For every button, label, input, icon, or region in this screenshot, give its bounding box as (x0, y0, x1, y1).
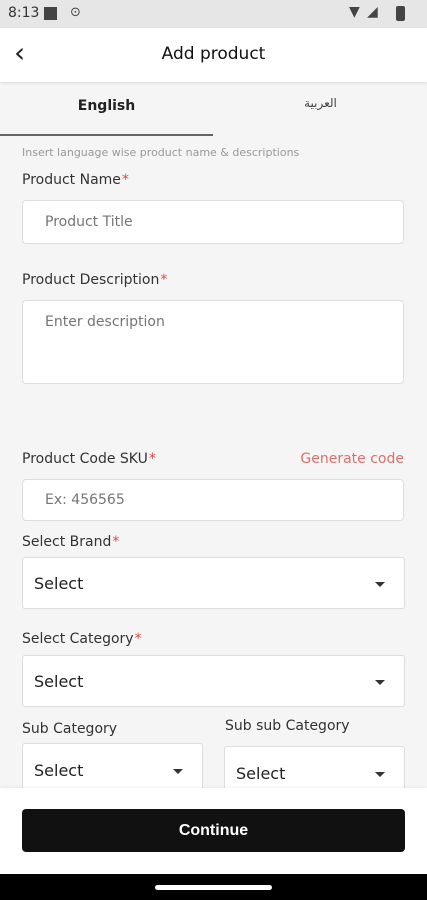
sku-input[interactable] (22, 479, 404, 521)
product-name-label: Product Name* (22, 172, 129, 188)
system-nav-bar (0, 874, 427, 900)
generate-code-link[interactable]: Generate code (300, 451, 404, 467)
sub-sub-category-label: Sub sub Category (225, 718, 350, 734)
continue-button[interactable]: Continue (22, 809, 405, 852)
brand-select[interactable]: Select (22, 557, 405, 609)
chevron-down-icon (173, 769, 183, 774)
chevron-down-icon (375, 680, 385, 685)
home-indicator[interactable] (155, 885, 272, 890)
required-mark: * (148, 451, 156, 467)
bottom-action-bar: Continue (0, 788, 427, 874)
required-mark: * (112, 534, 120, 550)
required-mark: * (121, 172, 129, 188)
sku-label-text: Product Code SKU (22, 451, 148, 467)
chevron-down-icon (375, 582, 385, 587)
sub-category-label: Sub Category (22, 721, 118, 737)
wifi-icon: ▼ (349, 4, 360, 20)
required-mark: * (160, 272, 168, 288)
category-select-value: Select (34, 672, 84, 691)
product-description-label-text: Product Description (22, 272, 160, 288)
brand-label-text: Select Brand (22, 534, 112, 550)
square-icon (44, 7, 57, 20)
product-description-label: Product Description* (22, 272, 167, 288)
brand-label: Select Brand* (22, 534, 119, 550)
location-icon: ⊙ (70, 5, 81, 20)
language-hint: Insert language wise product name & desc… (22, 146, 300, 159)
product-name-label-text: Product Name (22, 172, 121, 188)
category-label: Select Category* (22, 631, 142, 647)
brand-select-value: Select (34, 574, 84, 593)
signal-icon: ◢ (367, 4, 378, 20)
sub-sub-category-select-value: Select (236, 764, 286, 783)
category-select[interactable]: Select (22, 655, 405, 707)
status-time: 8:13 (8, 5, 40, 21)
tab-english[interactable]: English (0, 88, 213, 136)
page-title: Add product (161, 44, 266, 64)
product-name-input[interactable] (22, 200, 404, 244)
category-label-text: Select Category (22, 631, 134, 647)
sub-category-select-value: Select (34, 761, 84, 780)
sku-label: Product Code SKU* (22, 451, 156, 467)
required-mark: * (134, 631, 142, 647)
language-tabs: English العربية (0, 88, 427, 136)
battery-icon (396, 6, 405, 21)
tab-arabic[interactable]: العربية (214, 88, 427, 134)
product-description-input[interactable] (22, 300, 404, 384)
app-bar: ‹ Add product (0, 28, 427, 82)
chevron-down-icon (375, 772, 385, 777)
status-bar: 8:13 ⊙ ▼ ◢ (0, 0, 427, 28)
